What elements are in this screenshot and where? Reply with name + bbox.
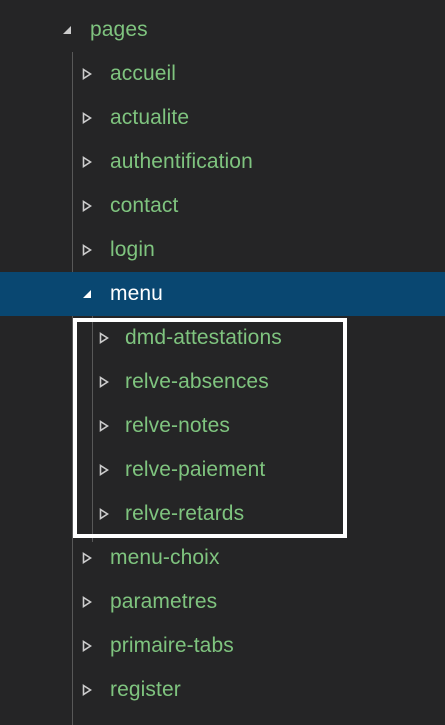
tree-item-label: relve-absences <box>125 370 269 393</box>
chevron-collapsed-icon <box>97 492 111 536</box>
tree-item-label: authentification <box>110 150 253 173</box>
chevron-collapsed-icon <box>97 404 111 448</box>
tree-item-accueil[interactable]: accueil <box>0 52 445 96</box>
tree-item-label: relve-paiement <box>125 458 266 481</box>
tree-item-label: menu-choix <box>110 546 220 569</box>
tree-item-label: primaire-tabs <box>110 634 234 657</box>
chevron-collapsed-icon <box>80 52 94 96</box>
tree-item-label: accueil <box>110 62 177 85</box>
tree-item-actualite[interactable]: actualite <box>0 96 445 140</box>
tree-item-label: parametres <box>110 590 218 613</box>
tree-item-label: actualite <box>110 106 190 129</box>
tree-item-label: relve-retards <box>125 502 245 525</box>
tree-item-relve-paiement[interactable]: relve-paiement <box>0 448 445 492</box>
tree-item-label: menu <box>110 282 163 305</box>
chevron-expanded-icon <box>60 8 74 52</box>
tree-item-register[interactable]: register <box>0 668 445 712</box>
tree-item-label: dmd-attestations <box>125 326 282 349</box>
chevron-collapsed-icon <box>80 624 94 668</box>
tree-item-primaire-tabs[interactable]: primaire-tabs <box>0 624 445 668</box>
file-explorer-tree: pages accueil actualite authentification… <box>0 0 445 725</box>
chevron-collapsed-icon <box>80 184 94 228</box>
tree-item-label: login <box>110 238 155 261</box>
chevron-collapsed-icon <box>80 580 94 624</box>
chevron-collapsed-icon <box>97 360 111 404</box>
tree-item-label: relve-notes <box>125 414 230 437</box>
tree-item-label: pages <box>90 18 148 41</box>
tree-item-parametres[interactable]: parametres <box>0 580 445 624</box>
tree-item-contact[interactable]: contact <box>0 184 445 228</box>
chevron-collapsed-icon <box>80 228 94 272</box>
tree-item-menu[interactable]: menu <box>0 272 445 316</box>
tree-item-dmd-attestations[interactable]: dmd-attestations <box>0 316 445 360</box>
tree-item-relve-retards[interactable]: relve-retards <box>0 492 445 536</box>
chevron-expanded-icon <box>80 272 94 316</box>
tree-item-menu-choix[interactable]: menu-choix <box>0 536 445 580</box>
chevron-collapsed-icon <box>80 536 94 580</box>
chevron-collapsed-icon <box>97 316 111 360</box>
chevron-collapsed-icon <box>80 140 94 184</box>
tree-item-pages[interactable]: pages <box>0 8 445 52</box>
tree-item-label: register <box>110 678 181 701</box>
chevron-collapsed-icon <box>97 448 111 492</box>
chevron-collapsed-icon <box>80 96 94 140</box>
tree-item-login[interactable]: login <box>0 228 445 272</box>
chevron-collapsed-icon <box>80 668 94 712</box>
tree-item-relve-notes[interactable]: relve-notes <box>0 404 445 448</box>
tree-item-authentification[interactable]: authentification <box>0 140 445 184</box>
tree-item-label: contact <box>110 194 179 217</box>
tree-item-relve-absences[interactable]: relve-absences <box>0 360 445 404</box>
